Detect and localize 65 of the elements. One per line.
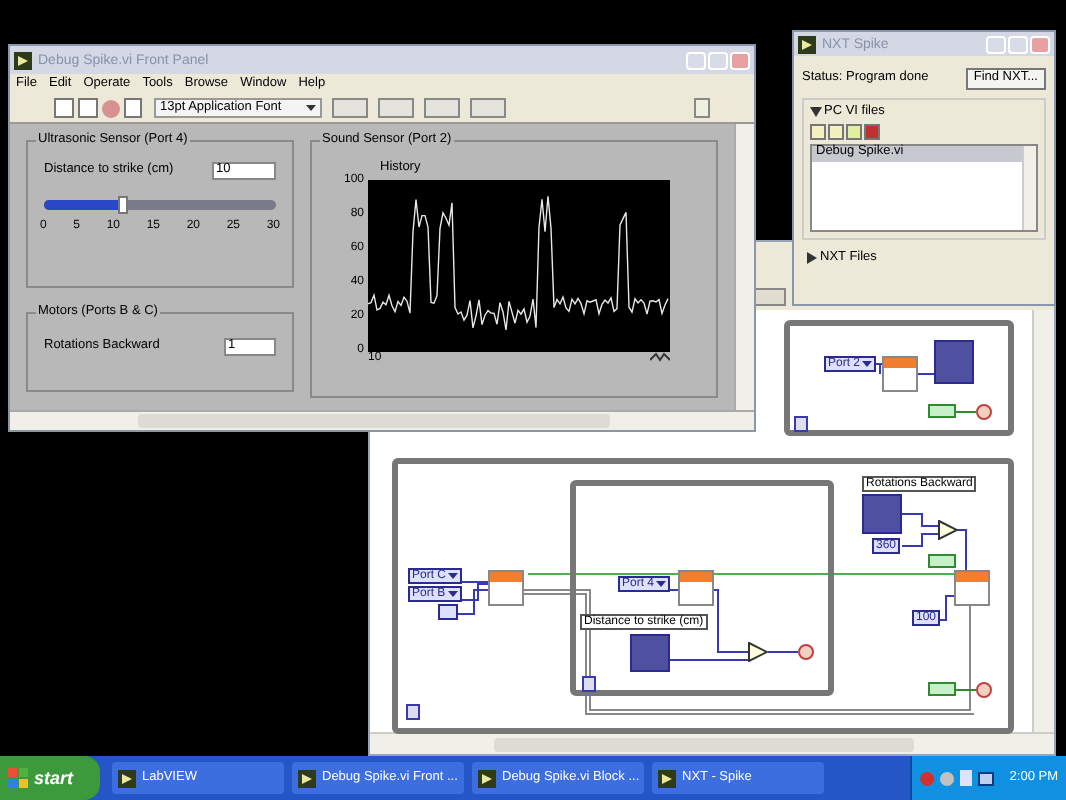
boolean-constant [928, 554, 956, 568]
minimize-button[interactable] [986, 35, 1006, 53]
wire [457, 581, 489, 615]
expanded-triangle-icon[interactable] [810, 106, 822, 119]
reorder-button[interactable] [470, 98, 506, 118]
display-block-icon [934, 340, 974, 384]
vertical-scrollbar[interactable] [1022, 145, 1036, 229]
labview-icon [478, 769, 496, 787]
numeric-control-terminal [862, 494, 902, 534]
resize-button[interactable] [424, 98, 460, 118]
run-icon[interactable] [846, 123, 862, 139]
scrollbar-thumb[interactable] [494, 737, 914, 751]
close-button[interactable] [1030, 35, 1050, 53]
sensor-block-icon [678, 570, 714, 606]
slider-track[interactable] [44, 200, 276, 210]
download-icon[interactable] [810, 123, 826, 139]
stop-terminal-icon [798, 644, 814, 660]
sensor-block-icon [882, 356, 918, 392]
motor-block-icon [954, 570, 990, 606]
zoom-icon [650, 352, 670, 362]
help-icon[interactable] [694, 98, 710, 118]
collapsed-triangle-icon[interactable] [806, 251, 818, 264]
maximize-button[interactable] [708, 51, 728, 69]
maximize-button[interactable] [1008, 35, 1028, 53]
comparison-icon [938, 520, 958, 540]
align-button[interactable] [332, 98, 368, 118]
numeric-control-terminal [630, 634, 670, 672]
boolean-constant [928, 682, 956, 696]
comparison-icon [748, 642, 768, 662]
windows-logo-icon [8, 768, 28, 788]
start-button[interactable]: start [0, 756, 100, 800]
distribute-button[interactable] [378, 98, 414, 118]
run-continuous-icon[interactable] [78, 98, 98, 118]
wire [955, 411, 977, 413]
vertical-scrollbar[interactable] [1032, 310, 1054, 732]
labview-icon [658, 769, 676, 787]
labview-icon [798, 35, 816, 53]
horizontal-scrollbar[interactable] [10, 410, 754, 430]
labview-icon [14, 51, 32, 69]
vertical-scrollbar[interactable] [734, 124, 754, 410]
scrollbar-thumb[interactable] [138, 414, 610, 428]
caret-icon [306, 104, 316, 112]
upload-icon[interactable] [828, 123, 844, 139]
horizontal-scrollbar[interactable] [370, 732, 1054, 754]
boolean-constant [928, 404, 956, 418]
pause-button[interactable] [124, 98, 142, 118]
motor-block-icon [488, 570, 524, 606]
stop-terminal-icon [976, 404, 992, 420]
caret-icon [862, 360, 873, 368]
iteration-terminal-icon [406, 704, 420, 720]
stop-terminal-icon [976, 682, 992, 698]
labview-icon [298, 769, 316, 787]
iteration-terminal-icon [794, 416, 808, 432]
slider-thumb[interactable] [117, 196, 128, 214]
caret-icon [656, 580, 667, 588]
align-button[interactable] [754, 288, 786, 306]
abort-button[interactable] [102, 99, 120, 117]
close-button[interactable] [730, 51, 750, 69]
labview-icon [118, 769, 136, 787]
numeric-constant [438, 604, 458, 620]
network-icon[interactable] [978, 771, 994, 785]
security-icon[interactable] [920, 771, 934, 785]
delete-icon[interactable] [864, 123, 880, 139]
iteration-terminal-icon [582, 676, 596, 692]
minimize-button[interactable] [686, 51, 706, 69]
